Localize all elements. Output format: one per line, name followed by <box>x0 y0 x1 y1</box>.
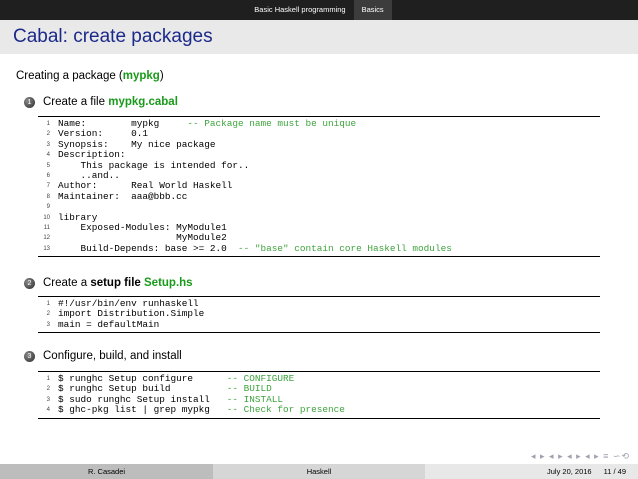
code-comment: -- "base" contain core Haskell modules <box>238 242 452 254</box>
frame-title-bar: Cabal: create packages <box>0 20 638 54</box>
step-1: 1 Create a file mypkg.cabal <box>24 96 178 108</box>
code-line: 4 Description: <box>38 149 600 161</box>
step-text: Create a <box>43 277 88 289</box>
line-number: 3 <box>46 396 50 403</box>
intro-close: ) <box>159 70 164 82</box>
intro-line: Creating a package (mypkg) <box>16 70 164 82</box>
code-line: 3 main = defaultMain <box>38 318 600 330</box>
step-filename: Setup.hs <box>144 277 193 289</box>
footer-author: R. Casadei <box>0 464 213 479</box>
intro-text: Creating a package ( <box>16 70 123 82</box>
frame-title: Cabal: create packages <box>13 26 213 47</box>
line-number: 8 <box>46 193 50 200</box>
code-line: 13 Build-Depends: base >= 2.0 -- "base" … <box>38 242 600 254</box>
step-3: 3 Configure, build, and install <box>24 350 182 362</box>
step-filename: mypkg.cabal <box>108 96 178 108</box>
line-number: 7 <box>46 183 50 190</box>
beamer-navigation-icons[interactable]: ◂ ▸ ◂ ▸ ◂ ▸ ◂ ▸ ≡ ∽⟲ <box>531 451 630 462</box>
line-number: 2 <box>46 131 50 138</box>
code-block-setup: 1 #!/usr/bin/env runhaskell 2 import Distri… <box>38 296 600 334</box>
code-text: $ ghc-pkg list | grep mypkg <box>58 404 227 416</box>
footer-page: 11 / 49 <box>603 467 626 476</box>
code-text: Description: <box>58 149 126 161</box>
code-block-commands: 1 $ runghc Setup configure -- CONFIGURE 2 $… <box>38 371 600 419</box>
line-number: 2 <box>46 311 50 318</box>
step-bold-text: setup file <box>90 277 141 289</box>
line-number: 3 <box>46 321 50 328</box>
step-number-ball: 3 <box>24 350 35 362</box>
line-number: 5 <box>46 162 50 169</box>
nav-section-link[interactable]: Basic Haskell programming <box>246 0 353 20</box>
code-line: 5 This package is intended for.. <box>38 160 600 171</box>
line-number: 9 <box>46 204 50 211</box>
line-number: 1 <box>46 301 50 307</box>
code-text: main = defaultMain <box>58 318 160 330</box>
step-text: Configure, build, and install <box>43 350 182 362</box>
code-block-cabal: 1 Name: mypkg -- Package name must be uni… <box>38 116 600 258</box>
footer: R. Casadei Haskell July 20, 2016 11 / 49 <box>0 464 638 479</box>
footer-meta: July 20, 2016 11 / 49 <box>425 464 638 479</box>
line-number: 13 <box>43 245 50 252</box>
code-line: 8 Maintainer: aaa@bbb.cc <box>38 190 600 202</box>
intro-package-name: mypkg <box>122 70 160 82</box>
line-number: 12 <box>43 235 50 242</box>
section-navigation-bar: Basic Haskell programming Basics <box>0 0 638 20</box>
code-text: Maintainer: aaa@bbb.cc <box>58 190 188 202</box>
code-comment: -- Check for presence <box>226 404 345 416</box>
step-2: 2 Create a setup file Setup.hs <box>24 277 193 289</box>
line-number: 6 <box>46 172 50 179</box>
line-number: 11 <box>43 224 50 231</box>
step-text: Create a file <box>43 96 106 108</box>
code-comment: -- Package name must be unique <box>187 118 357 129</box>
step-number-ball: 1 <box>24 96 35 108</box>
line-number: 10 <box>43 214 50 221</box>
line-number: 2 <box>46 386 50 393</box>
step-number-ball: 2 <box>24 277 35 289</box>
line-number: 4 <box>46 407 50 414</box>
line-number: 1 <box>46 376 50 382</box>
nav-subsection-link[interactable]: Basics <box>353 0 392 20</box>
line-number: 3 <box>46 141 50 148</box>
footer-topic: Haskell <box>213 464 425 479</box>
line-number: 1 <box>46 121 50 127</box>
code-text: Build-Depends: base >= 2.0 <box>58 242 239 254</box>
line-number: 4 <box>46 152 50 159</box>
footer-date: July 20, 2016 <box>546 467 592 476</box>
code-line: 4 $ ghc-pkg list | grep mypkg -- Check fo… <box>38 404 600 416</box>
code-line: 9 <box>38 202 600 212</box>
